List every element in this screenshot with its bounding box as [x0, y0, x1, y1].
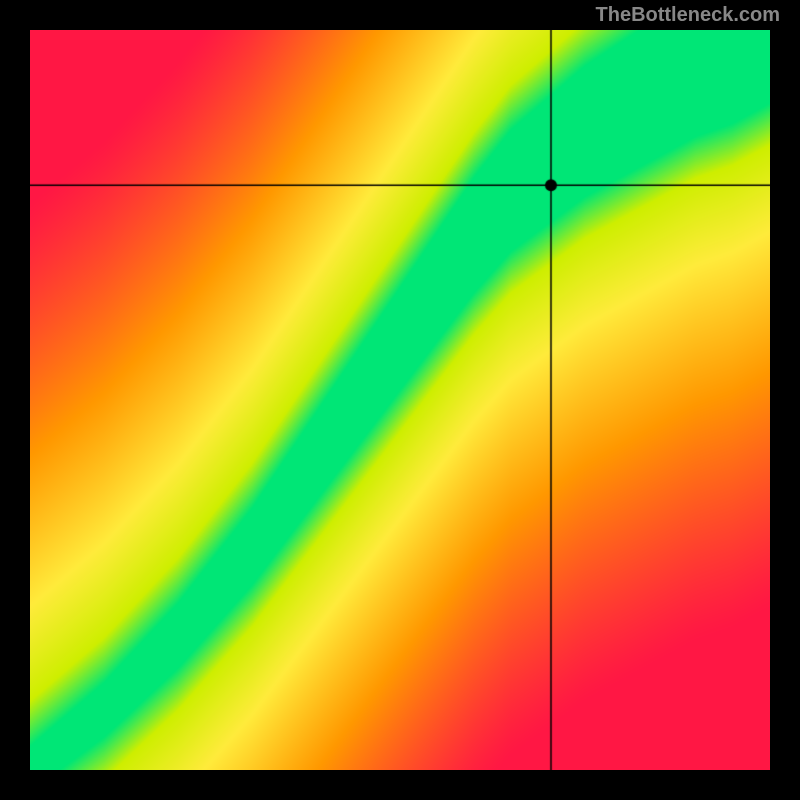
chart-container: TheBottleneck.com — [0, 0, 800, 800]
watermark-text: TheBottleneck.com — [596, 4, 780, 27]
bottleneck-heatmap — [30, 30, 770, 770]
